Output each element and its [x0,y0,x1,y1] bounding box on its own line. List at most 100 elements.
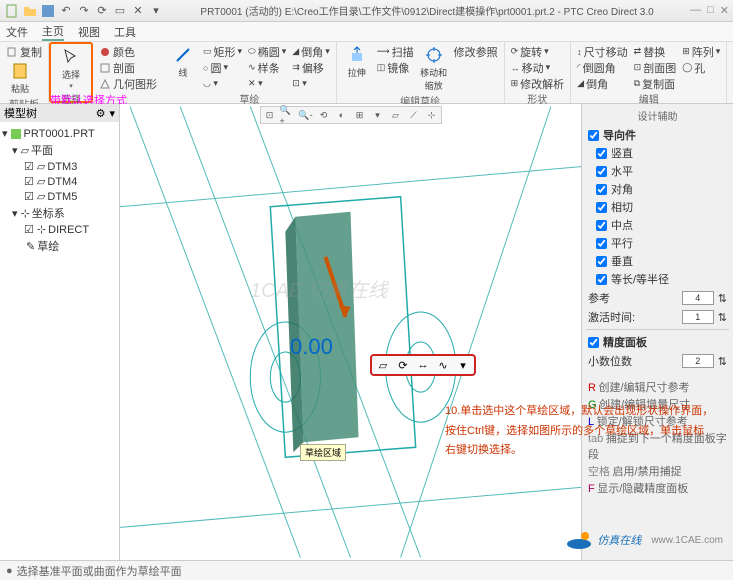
tree-settings-icon[interactable]: ⚙ [96,107,106,120]
precision-check[interactable]: 精度面板 [588,334,729,350]
tree-title: 模型树 [4,105,37,121]
parallel-check[interactable]: 平行 [596,235,729,251]
round-button[interactable]: ◜ 倒圆角 [575,60,630,75]
decimals-spinner[interactable]: 2 [682,354,714,368]
modref-button[interactable]: 修改参照 [452,44,500,59]
tree-sketch[interactable]: ✎ 草绘 [2,237,117,255]
canvas-3d[interactable]: ⊡ 🔍+ 🔍- ⟲ ◐ ⊞ ▾ ▱ ⟋ ⊹ 0.00 ▱ ⟳ ↔ ∿ ▾ 草绘区… [120,104,581,560]
tree-header: 模型树 ⚙ ▾ [0,104,119,122]
tree-root[interactable]: ▾ PRT0001.PRT [2,126,117,141]
pull-button[interactable]: 拉伸 [341,44,373,80]
logo-icon [565,530,593,550]
rect-button[interactable]: ▭ 矩形 ▾ [201,44,244,59]
circle-button[interactable]: ○ 圆 ▾ [201,60,244,75]
watermark: 仿真在线 www.1CAE.com [565,530,723,550]
diag-check[interactable]: 对角 [596,181,729,197]
titlebar: ↶ ↷ ⟳ ▭ ✕ ▾ PRT0001 (活动的) E:\Creo工作目录\工作… [0,0,733,22]
sweep-button[interactable]: ⟿ 扫描 [375,44,416,59]
panel-title: 设计辅助 [586,108,729,123]
color-button[interactable]: 颜色 [97,44,159,59]
spline-button[interactable]: ∿ 样条 [246,60,288,75]
status-icon: ● [6,565,13,577]
redo-icon[interactable]: ↷ [76,3,92,19]
point-button[interactable]: ✕ ▾ [246,76,288,91]
project-button[interactable]: ⊡ ▾ [290,76,331,91]
ctx-icon-3[interactable]: ↔ [416,358,430,372]
menu-view[interactable]: 视图 [78,24,100,40]
tree-planes[interactable]: ▾ ▱ 平面 [2,141,117,159]
ctx-icon-5[interactable]: ▾ [456,358,470,372]
delay-spinner[interactable]: 1 [682,310,714,324]
tree-dtm4[interactable]: ☑ ▱ DTM4 [2,174,117,189]
undo-icon[interactable]: ↶ [58,3,74,19]
dropdown-icon[interactable]: ▾ [148,3,164,19]
arc-button[interactable]: ◡ ▾ [201,76,244,91]
shell-button[interactable]: ⊡ 剖面图 [632,60,679,75]
open-icon[interactable] [22,3,38,19]
decimals-row: 小数位数2⇅ [588,353,727,369]
vert-check[interactable]: 竖直 [596,145,729,161]
new-icon[interactable] [4,3,20,19]
dimmove-button[interactable]: ↕ 尺寸移动 [575,44,630,59]
maximize-icon[interactable]: □ [707,4,714,17]
hint-space: 空格 启用/禁用捕捉 [588,463,727,479]
group-label: 形状 [509,91,567,103]
brand-text: 仿真在线 [597,532,641,548]
close-icon[interactable]: ✕ [720,4,729,17]
menu-file[interactable]: 文件 [6,24,28,40]
tree-dtm3[interactable]: ☑ ▱ DTM3 [2,159,117,174]
ctx-icon-2[interactable]: ⟳ [396,358,410,372]
brand-url: www.1CAE.com [651,535,723,546]
group-eng: 工程 [727,42,733,103]
model-graphics [120,104,581,560]
ctx-icon-4[interactable]: ∿ [436,358,450,372]
dimension-value[interactable]: 0.00 [290,334,333,360]
move-button[interactable]: ↔ 移动 ▾ [509,60,567,75]
menu-tools[interactable]: 工具 [114,24,136,40]
save-icon[interactable] [40,3,56,19]
tree-filter-icon[interactable]: ▾ [109,107,115,120]
replace-button[interactable]: ⇄ 替换 [632,44,679,59]
extrude-button[interactable]: ⊞ 修改解析 [509,76,567,91]
paste-button[interactable]: 粘贴 [4,60,36,96]
rotate-button[interactable]: ⟳ 旋转 ▾ [509,44,567,59]
chamfer-button[interactable]: ◢ 倒角 ▾ [290,44,331,59]
geom-button[interactable]: 几何图形 [97,76,159,91]
offset-button[interactable]: ⇉ 偏移 [290,60,331,75]
select-button[interactable]: 选择 ▾ [55,46,87,91]
mid-check[interactable]: 中点 [596,217,729,233]
menu-home[interactable]: 主页 [42,23,64,41]
ref-spinner[interactable]: 4 [682,291,714,305]
model-tree-panel: 模型树 ⚙ ▾ ▾ PRT0001.PRT ▾ ▱ 平面 ☑ ▱ DTM3 ☑ … [0,104,120,560]
ctx-icon-1[interactable]: ▱ [376,358,390,372]
hole-button[interactable]: ◯ 孔 [680,60,722,75]
horiz-check[interactable]: 水平 [596,163,729,179]
copy-button[interactable]: 复制 [4,44,44,59]
mirror-button[interactable]: ◫ 镜像 [375,60,416,75]
hint-r: R 创建/编辑尺寸参考 [588,379,727,395]
tree-dtm5[interactable]: ☑ ▱ DTM5 [2,189,117,204]
guide-check[interactable]: 导向件 [588,127,729,143]
minimize-icon[interactable]: — [690,4,701,17]
tree-csys[interactable]: ▾ ⊹ 坐标系 [2,204,117,222]
move-scale-button[interactable]: 移动和缩放 [418,44,450,93]
equal-check[interactable]: 等长/等半径 [596,271,729,287]
hint-f: F 显示/隐藏精度面板 [588,480,727,496]
line-button[interactable]: 线 [167,44,199,80]
section-button[interactable]: 剖面 [97,60,159,75]
window-title: PRT0001 (活动的) E:\Creo工作目录\工作文件\0912\Dire… [164,3,690,18]
ellipse-button[interactable]: ⬭ 椭圆 ▾ [246,44,288,59]
perp-check[interactable]: 垂直 [596,253,729,269]
chamfer2-button[interactable]: ◢ 倒角 [575,76,630,91]
tree-direct[interactable]: ☑ ⊹ DIRECT [2,222,117,237]
group-clipboard: 复制 粘贴 剪贴板 [0,42,49,103]
regen-icon[interactable]: ⟳ [94,3,110,19]
copyface-button[interactable]: ⧉ 复制面 [632,76,679,91]
windows-icon[interactable]: ▭ [112,3,128,19]
instruction-annotation: 10.单击选中这个草绘区域，默认会出现形状操作界面，按住Ctrl键，选择如图所示… [445,400,715,459]
quick-access-toolbar: ↶ ↷ ⟳ ▭ ✕ ▾ [4,3,164,19]
pattern-button[interactable]: ⊞ 阵列 ▾ [680,44,722,59]
group-shape: ⟳ 旋转 ▾ ↔ 移动 ▾ ⊞ 修改解析 形状 [505,42,572,103]
tangent-check[interactable]: 相切 [596,199,729,215]
close-win-icon[interactable]: ✕ [130,3,146,19]
